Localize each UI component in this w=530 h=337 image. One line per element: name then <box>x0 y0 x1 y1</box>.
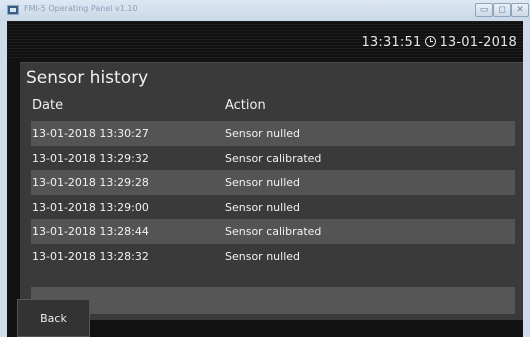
clock-display: 13:31:51 13-01-2018 <box>361 35 517 50</box>
clock-icon <box>425 36 437 47</box>
client-area: 13:31:51 13-01-2018 Sensor history Date A… <box>7 21 523 337</box>
table-row[interactable]: 13-01-2018 13:29:00 Sensor nulled <box>31 194 515 219</box>
column-header-date: Date <box>32 98 64 113</box>
minimize-button[interactable]: ▭ <box>475 3 493 17</box>
row-date: 13-01-2018 13:28:44 <box>32 225 149 238</box>
row-date: 13-01-2018 13:29:28 <box>32 176 149 189</box>
table-row[interactable]: 13-01-2018 13:29:28 Sensor nulled <box>31 170 515 195</box>
row-date: 13-01-2018 13:29:32 <box>32 151 149 165</box>
sensor-history-panel: Sensor history Date Action 13-01-2018 13… <box>20 62 523 320</box>
title-bar[interactable]: FMI-5 Operating Panel v1.10 ▭ ◻ ✕ <box>0 0 530 21</box>
panel-title: Sensor history <box>26 68 149 88</box>
row-action: Sensor nulled <box>225 249 301 263</box>
maximize-button[interactable]: ◻ <box>493 3 511 17</box>
clock-time: 13:31:51 <box>361 35 422 50</box>
table-row[interactable]: 13-01-2018 13:28:44 Sensor calibrated <box>31 219 515 244</box>
row-action: Sensor nulled <box>225 200 301 214</box>
row-date: 13-01-2018 13:28:32 <box>32 249 149 263</box>
close-button[interactable]: ✕ <box>511 3 529 17</box>
table-body: 13-01-2018 13:30:27 Sensor nulled 13-01-… <box>31 121 515 268</box>
table-row[interactable]: 13-01-2018 13:30:27 Sensor nulled <box>31 121 515 146</box>
table-row[interactable]: 13-01-2018 13:28:32 Sensor nulled <box>31 243 515 268</box>
row-action: Sensor calibrated <box>225 151 322 165</box>
clock-date: 13-01-2018 <box>439 35 517 50</box>
column-header-action: Action <box>225 98 266 113</box>
window-title: FMI-5 Operating Panel v1.10 <box>24 4 138 13</box>
table-row[interactable]: 13-01-2018 13:29:32 Sensor calibrated <box>31 145 515 170</box>
row-action: Sensor nulled <box>225 127 301 140</box>
empty-table-row <box>31 287 515 314</box>
row-date: 13-01-2018 13:30:27 <box>32 127 149 140</box>
app-icon <box>7 5 19 15</box>
row-action: Sensor calibrated <box>225 225 322 238</box>
app-window: FMI-5 Operating Panel v1.10 ▭ ◻ ✕ 13:31:… <box>0 0 530 337</box>
row-date: 13-01-2018 13:29:00 <box>32 200 149 214</box>
back-button[interactable]: Back <box>17 299 90 337</box>
row-action: Sensor nulled <box>225 176 301 189</box>
